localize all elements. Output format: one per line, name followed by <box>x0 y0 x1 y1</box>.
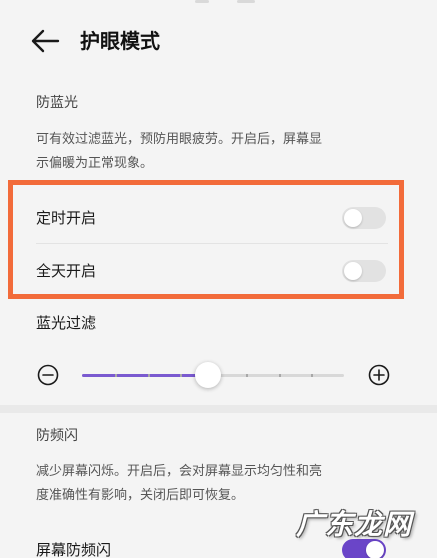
plus-circle-icon[interactable] <box>368 364 390 386</box>
scheduled-label: 定时开启 <box>36 209 97 227</box>
flicker-description-line: 减少屏幕闪烁。开启后，会对屏幕显示均匀性和亮 <box>36 464 323 479</box>
watermark: 广东龙网 <box>296 508 413 541</box>
flicker-section-title: 防频闪 <box>36 428 78 444</box>
slider-tick <box>180 374 183 377</box>
header: 护眼模式 <box>0 22 437 62</box>
scheduled-toggle[interactable] <box>342 207 386 229</box>
slider-tick <box>114 374 117 377</box>
divider <box>36 243 388 244</box>
toggle-knob <box>366 541 384 558</box>
blue-light-description: 可有效过滤蓝光，预防用眼疲劳。开启后，屏幕显 示偏暖为正常现象。 <box>36 128 396 176</box>
all-day-label: 全天开启 <box>36 262 97 280</box>
blue-light-description-line: 示偏暖为正常现象。 <box>36 156 154 171</box>
slider-fill <box>82 374 208 377</box>
toggle-knob <box>344 262 362 280</box>
blue-filter-slider[interactable] <box>36 360 390 390</box>
slider-thumb[interactable] <box>194 362 221 388</box>
blue-filter-label: 蓝光过滤 <box>36 314 97 332</box>
blue-light-section-title: 防蓝光 <box>36 95 78 111</box>
slider-tick <box>278 374 281 377</box>
status-bar-remnant <box>195 0 255 4</box>
section-divider <box>0 405 437 413</box>
minus-circle-icon[interactable] <box>37 364 59 386</box>
flicker-description-line: 度准确性有影响，关闭后即可恢复。 <box>36 488 245 503</box>
slider-tick <box>245 374 248 377</box>
antiflicker-label: 屏幕防频闪 <box>36 541 112 558</box>
all-day-toggle[interactable] <box>342 260 386 282</box>
blue-light-description-line: 可有效过滤蓝光，预防用眼疲劳。开启后，屏幕显 <box>36 132 323 147</box>
flicker-description: 减少屏幕闪烁。开启后，会对屏幕显示均匀性和亮 度准确性有影响，关闭后即可恢复。 <box>36 460 396 508</box>
page-title: 护眼模式 <box>80 29 160 53</box>
all-day-row[interactable]: 全天开启 <box>36 245 388 297</box>
slider-tick <box>311 374 314 377</box>
arrow-left-icon[interactable] <box>30 28 60 54</box>
scheduled-row[interactable]: 定时开启 <box>36 192 388 244</box>
toggle-knob <box>344 209 362 227</box>
slider-tick <box>147 374 150 377</box>
